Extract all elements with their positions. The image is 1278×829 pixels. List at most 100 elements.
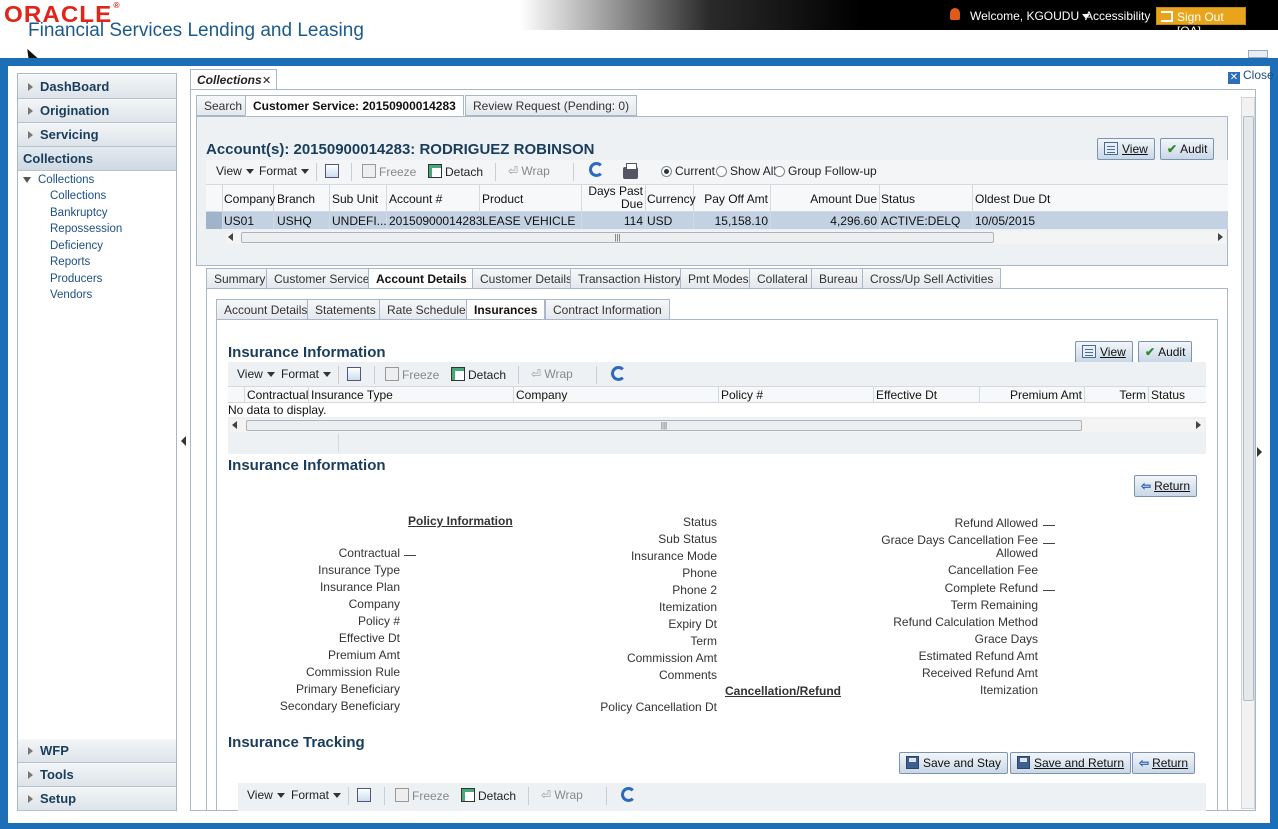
nav-setup[interactable]: Setup bbox=[18, 787, 176, 811]
col-branch[interactable]: Branch bbox=[277, 192, 315, 206]
tab-rate-schedule[interactable]: Rate Schedule bbox=[379, 299, 474, 320]
col-oldest-due-dt[interactable]: Oldest Due Dt bbox=[975, 192, 1050, 206]
collapse-right-icon[interactable] bbox=[1257, 447, 1262, 457]
signout-button[interactable]: Sign Out [QA] bbox=[1156, 7, 1246, 38]
col-amount-due[interactable]: Amount Due bbox=[773, 192, 877, 206]
nav-wfp[interactable]: WFP bbox=[18, 739, 176, 763]
nav-servicing[interactable]: Servicing bbox=[18, 123, 176, 147]
tree-item-reports[interactable]: Reports bbox=[50, 256, 90, 268]
audit-button[interactable]: ✔ Audit bbox=[1160, 138, 1215, 160]
tab-customer-service[interactable]: Customer Service: 20150900014283 bbox=[245, 95, 464, 116]
insurance-hscroll[interactable]: ||| bbox=[230, 419, 1204, 432]
tracking-view-menu[interactable]: View bbox=[247, 788, 285, 802]
collapse-left-icon[interactable] bbox=[181, 436, 186, 446]
ins-freeze-button[interactable]: Freeze bbox=[385, 367, 439, 382]
radio-current[interactable]: Current bbox=[661, 164, 715, 178]
nav-dashboard[interactable]: DashBoard bbox=[18, 75, 176, 99]
col-currency[interactable]: Currency bbox=[647, 192, 696, 206]
tab-customer-details[interactable]: Customer Details bbox=[472, 268, 581, 289]
ins-view-button[interactable]: View bbox=[1075, 341, 1133, 363]
save-and-return-button[interactable]: Save and Return bbox=[1010, 752, 1132, 774]
welcome-menu[interactable]: Welcome, KGOUDU bbox=[970, 9, 1091, 23]
tracking-refresh-button[interactable] bbox=[621, 787, 636, 802]
return-button[interactable]: ⇦ Return bbox=[1134, 475, 1198, 497]
freeze-button[interactable]: Freeze bbox=[362, 164, 416, 179]
col-account[interactable]: Account # bbox=[389, 192, 442, 206]
format-menu[interactable]: Format bbox=[259, 164, 310, 178]
col-product[interactable]: Product bbox=[482, 192, 523, 206]
tracking-wrap-button[interactable]: ⏎ Wrap bbox=[541, 788, 583, 802]
col-sub-unit[interactable]: Sub Unit bbox=[332, 192, 378, 206]
tab-review-request[interactable]: Review Request (Pending: 0) bbox=[465, 95, 638, 116]
accessibility-link[interactable]: Accessibility bbox=[1085, 9, 1150, 23]
tab-summary[interactable]: Summary bbox=[206, 268, 274, 289]
scroll-up-icon[interactable] bbox=[1248, 50, 1268, 58]
tab-account-details-sub[interactable]: Account Details bbox=[216, 299, 316, 320]
col-payoff-amt[interactable]: Pay Off Amt bbox=[696, 192, 768, 206]
nav-collections[interactable]: Collections bbox=[18, 147, 176, 171]
nav-tools[interactable]: Tools bbox=[18, 763, 176, 787]
col-company[interactable]: Company bbox=[224, 192, 275, 206]
ins-format-menu[interactable]: Format bbox=[281, 367, 332, 381]
tab-cross-up-sell[interactable]: Cross/Up Sell Activities bbox=[862, 268, 1002, 289]
detach-button[interactable]: Detach bbox=[428, 164, 483, 179]
tree-item-repossession[interactable]: Repossession bbox=[50, 223, 122, 235]
scroll-left-icon[interactable] bbox=[232, 421, 237, 429]
col-premium-amt[interactable]: Premium Amt bbox=[982, 388, 1082, 402]
scroll-right-icon[interactable] bbox=[1218, 233, 1223, 241]
scroll-thumb[interactable]: ||| bbox=[246, 420, 1082, 431]
export-button[interactable] bbox=[325, 164, 342, 179]
close-tab-icon[interactable]: ✕ bbox=[262, 74, 271, 87]
tree-item-deficiency[interactable]: Deficiency bbox=[50, 240, 103, 252]
radio-group-follow-up[interactable]: Group Follow-up bbox=[774, 164, 877, 178]
ins-audit-button[interactable]: ✔ Audit bbox=[1138, 341, 1193, 363]
scroll-thumb[interactable]: ||| bbox=[241, 232, 994, 243]
tab-search[interactable]: Search bbox=[196, 95, 251, 116]
scroll-left-icon[interactable] bbox=[228, 233, 233, 241]
col-effective-dt[interactable]: Effective Dt bbox=[876, 388, 937, 402]
view-button[interactable]: View bbox=[1097, 138, 1155, 160]
tab-pmt-modes[interactable]: Pmt Modes bbox=[680, 268, 757, 289]
tree-root-collections[interactable]: Collections bbox=[23, 174, 94, 186]
tab-customer-service-sub[interactable]: Customer Service bbox=[266, 268, 378, 289]
ins-export-button[interactable] bbox=[347, 367, 364, 382]
tab-account-details[interactable]: Account Details bbox=[368, 268, 475, 289]
col-status[interactable]: Status bbox=[881, 192, 915, 206]
col-term[interactable]: Term bbox=[1087, 388, 1146, 402]
tab-collateral[interactable]: Collateral bbox=[749, 268, 816, 289]
main-vscroll[interactable] bbox=[1241, 97, 1255, 809]
col-ins-company[interactable]: Company bbox=[516, 388, 567, 402]
tab-collections[interactable]: Collections ✕ bbox=[190, 69, 277, 89]
ins-detach-button[interactable]: Detach bbox=[451, 367, 506, 382]
radio-show-all[interactable]: Show All bbox=[716, 164, 776, 178]
tree-item-collections[interactable]: Collections bbox=[50, 190, 106, 202]
tracking-export-button[interactable] bbox=[357, 788, 374, 803]
row-selector[interactable] bbox=[206, 212, 222, 229]
close-link[interactable]: ✕ Close bbox=[1228, 68, 1274, 84]
ins-view-menu[interactable]: View bbox=[237, 367, 275, 381]
scroll-thumb[interactable] bbox=[1243, 116, 1254, 701]
col-insurance-type[interactable]: Insurance Type bbox=[311, 388, 393, 402]
tab-statements[interactable]: Statements bbox=[307, 299, 384, 320]
print-button[interactable] bbox=[623, 163, 638, 180]
tab-contract-information[interactable]: Contract Information bbox=[545, 299, 670, 320]
tab-bureau[interactable]: Bureau bbox=[811, 268, 866, 289]
view-menu[interactable]: View bbox=[216, 164, 254, 178]
ins-refresh-button[interactable] bbox=[611, 366, 626, 381]
col-contractual[interactable]: Contractual bbox=[247, 388, 308, 402]
tracking-detach-button[interactable]: Detach bbox=[461, 788, 516, 803]
refresh-button[interactable] bbox=[589, 162, 604, 177]
scroll-right-icon[interactable] bbox=[1196, 421, 1201, 429]
col-policy[interactable]: Policy # bbox=[721, 388, 763, 402]
tab-insurances[interactable]: Insurances bbox=[466, 299, 546, 320]
ins-wrap-button[interactable]: ⏎ Wrap bbox=[531, 367, 573, 381]
tree-item-bankruptcy[interactable]: Bankruptcy bbox=[50, 207, 108, 219]
nav-origination[interactable]: Origination bbox=[18, 99, 176, 123]
col-days-past-due[interactable]: Days Past Due bbox=[588, 185, 643, 211]
account-hscroll[interactable]: ||| bbox=[226, 231, 1226, 244]
col-ins-status[interactable]: Status bbox=[1151, 388, 1185, 402]
tracking-freeze-button[interactable]: Freeze bbox=[395, 788, 449, 803]
wrap-button[interactable]: ⏎ Wrap bbox=[508, 164, 550, 178]
tree-item-producers[interactable]: Producers bbox=[50, 273, 102, 285]
tracking-format-menu[interactable]: Format bbox=[291, 788, 342, 802]
